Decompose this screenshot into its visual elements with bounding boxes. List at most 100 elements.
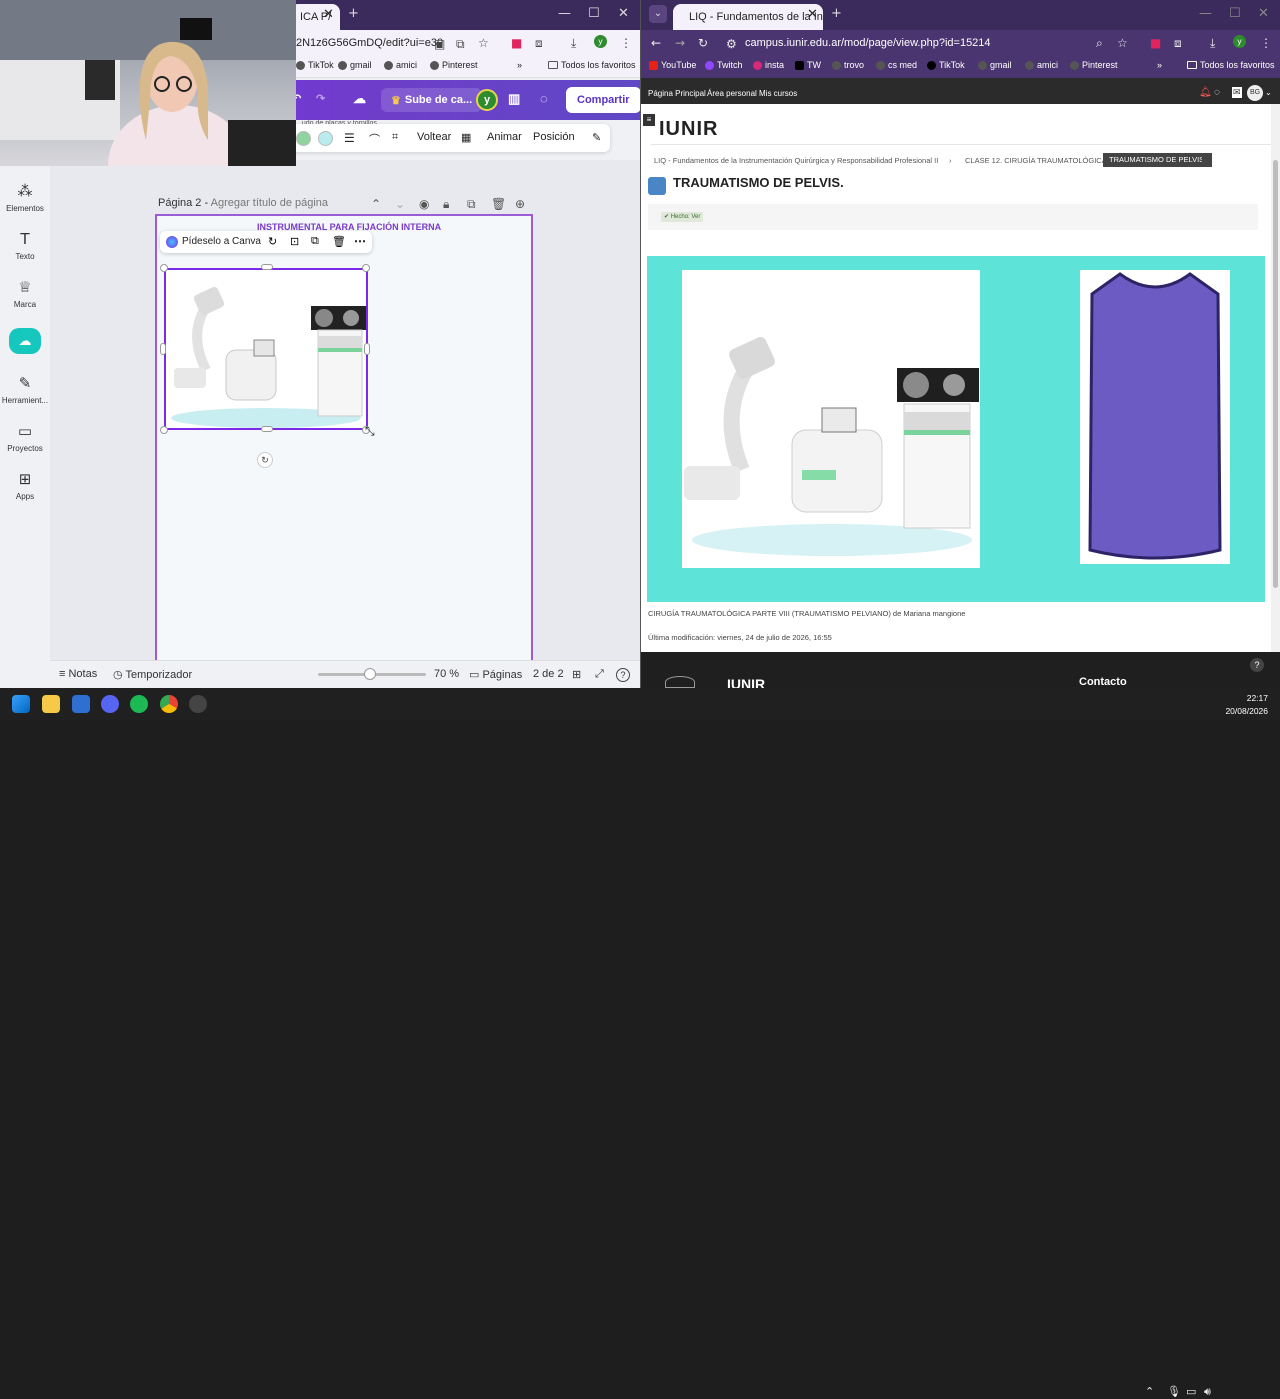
bookmark-tiktok[interactable]: TikTok [296, 60, 334, 70]
chevron-down-icon[interactable]: ⌄ [395, 197, 405, 211]
position-button[interactable]: Posición [533, 131, 575, 143]
bookmark-star-icon[interactable]: ☆ [478, 36, 489, 50]
back-icon[interactable]: ← [651, 36, 661, 50]
page-scrollbar-thumb[interactable] [1273, 160, 1278, 588]
menu-kebab-icon[interactable]: ⋮ [620, 36, 632, 50]
sidebar-item-text[interactable]: T Texto [0, 230, 50, 261]
trash-icon[interactable]: 🗑︎ [332, 235, 346, 248]
delete-page-icon[interactable]: 🗑︎ [491, 197, 506, 211]
upload-to-button[interactable]: ♛ Sube de ca... [381, 88, 483, 112]
page-title-input[interactable]: Agregar título de página [211, 197, 328, 209]
bookmark-gmail[interactable]: gmail [978, 60, 1012, 70]
resize-handle-tr[interactable] [362, 264, 370, 272]
duplicate-icon[interactable]: ⧉ [311, 235, 319, 248]
tab-search-icon[interactable]: ⌄ [649, 5, 667, 23]
resize-handle-tl[interactable] [160, 264, 168, 272]
user-menu-avatar[interactable]: BG [1247, 85, 1263, 101]
menu-kebab-icon[interactable]: ⋮ [1260, 36, 1272, 50]
transparency-icon[interactable]: ▦ [461, 131, 471, 144]
comment-icon[interactable]: ◌ [540, 91, 548, 106]
discord-icon[interactable] [101, 695, 119, 713]
start-icon[interactable] [12, 695, 30, 713]
pages-button[interactable]: ▭ Páginas [469, 668, 522, 681]
extension-red-icon[interactable]: ■ [511, 36, 522, 50]
color-swatch-green[interactable] [296, 131, 311, 146]
color-swatch-cyan[interactable] [318, 131, 333, 146]
eye-icon[interactable]: ◉ [419, 197, 429, 211]
bookmark-pinterest[interactable]: Pinterest [1070, 60, 1118, 70]
all-bookmarks-folder[interactable]: Todos los favoritos [1187, 60, 1275, 70]
mail-icon[interactable] [72, 695, 90, 713]
bookmark-amici[interactable]: amici [1025, 60, 1058, 70]
fullscreen-icon[interactable]: ⤢ [595, 668, 604, 681]
user-avatar[interactable]: y [476, 89, 498, 111]
crop-icon[interactable]: ⌗ [392, 131, 398, 144]
sidebar-item-elements[interactable]: ⁂ Elementos [0, 182, 50, 213]
border-style-icon[interactable]: ☰ [344, 131, 355, 145]
spotify-icon[interactable] [130, 695, 148, 713]
drawer-toggle-icon[interactable]: ≡ [643, 114, 655, 126]
insights-icon[interactable]: ▥ [508, 91, 520, 107]
notes-button[interactable]: ≡ Notas [59, 668, 97, 680]
file-explorer-icon[interactable] [42, 695, 60, 713]
share-button[interactable]: Compartir [566, 87, 640, 113]
timer-button[interactable]: ◷ Temporizador [113, 668, 192, 681]
download-icon[interactable]: ⤓ [571, 36, 576, 51]
nav-courses-link[interactable]: Mis cursos [759, 89, 797, 98]
bookmarks-overflow-icon[interactable]: » [517, 60, 522, 70]
bookmark-insta[interactable]: insta [753, 60, 784, 70]
resize-handle-top[interactable] [261, 264, 273, 270]
lock-icon[interactable]: 🔒︎ [443, 197, 449, 212]
sidebar-item-projects[interactable]: ▭ Proyectos [0, 422, 50, 453]
bookmark-tiktok[interactable]: TikTok [927, 60, 965, 70]
bookmark-tw[interactable]: TW [795, 60, 821, 70]
zoom-level[interactable]: 70 % [434, 668, 459, 680]
lock-icon[interactable]: ⊡ [290, 235, 299, 248]
resize-handle-left[interactable] [160, 343, 166, 355]
tray-overflow-icon[interactable]: ⌃ [1145, 1385, 1154, 1398]
messages-icon[interactable]: ◌ [1214, 87, 1220, 98]
close-tab-icon[interactable]: ✕ [807, 7, 818, 22]
breadcrumb-course-link[interactable]: LIQ - Fundamentos de la Instrumentación … [654, 156, 938, 165]
grid-view-icon[interactable]: ⊞ [572, 668, 581, 681]
resize-handle-right[interactable] [364, 343, 370, 355]
animate-button[interactable]: Animar [487, 131, 522, 143]
cloud-save-icon[interactable]: ☁ [353, 91, 366, 107]
completion-badge[interactable]: ✔ Hecho: Ver [661, 212, 704, 222]
flip-button[interactable]: Voltear [417, 131, 451, 143]
lead-apron-image[interactable] [1080, 270, 1230, 564]
selected-image-c-arm[interactable] [164, 268, 368, 430]
minimize-icon[interactable]: — [558, 6, 571, 21]
bookmark-youtube[interactable]: YouTube [649, 60, 696, 70]
all-bookmarks-folder[interactable]: Todos los favoritos [548, 60, 636, 70]
breadcrumb-section-link[interactable]: CLASE 12. CIRUGÍA TRAUMATOLÓGICA [965, 156, 1107, 165]
forward-icon[interactable]: → [675, 36, 685, 50]
bookmark-pinterest[interactable]: Pinterest [430, 60, 478, 70]
screenshot-icon[interactable]: ▣ [434, 37, 445, 51]
profile-avatar[interactable]: y [1233, 35, 1246, 48]
zoom-lens-icon[interactable]: ⌕ [1096, 36, 1103, 51]
window-close-icon[interactable]: ✕ [618, 6, 629, 21]
extension-red-icon[interactable]: ■ [1150, 36, 1161, 50]
duplicate-page-icon[interactable]: ⧉ [467, 197, 476, 212]
copy-style-icon[interactable]: ✎ [592, 131, 601, 144]
translate-icon[interactable]: ⧉ [456, 37, 465, 52]
sidebar-item-apps[interactable]: ⊞ Apps [0, 470, 50, 501]
volume-icon[interactable]: 🔊︎ [1204, 1385, 1211, 1399]
uploads-cloud-button[interactable]: ☁ [9, 328, 41, 354]
microphone-icon[interactable]: 🎙︎ [1167, 1385, 1181, 1398]
campus-tab[interactable]: LIQ - Fundamentos de la Instru [673, 4, 823, 30]
maximize-icon[interactable]: ☐ [1229, 6, 1241, 21]
bookmark-cs-med[interactable]: cs med [876, 60, 917, 70]
corner-rounding-icon[interactable]: ⌒ [369, 131, 380, 147]
right-url-field[interactable]: campus.iunir.edu.ar/mod/page/view.php?id… [745, 37, 991, 49]
add-page-icon[interactable]: ⊕ [515, 197, 525, 211]
bookmark-twitch[interactable]: Twitch [705, 60, 743, 70]
maximize-icon[interactable]: ☐ [588, 6, 600, 21]
nav-dashboard-link[interactable]: Área personal [707, 89, 757, 98]
reload-icon[interactable]: ↻ [698, 36, 708, 50]
bookmarks-overflow-icon[interactable]: » [1157, 60, 1162, 70]
zoom-slider-knob[interactable] [363, 668, 376, 680]
user-menu-chevron-icon[interactable]: ⌄ [1265, 88, 1272, 97]
c-arm-image[interactable] [682, 270, 980, 568]
